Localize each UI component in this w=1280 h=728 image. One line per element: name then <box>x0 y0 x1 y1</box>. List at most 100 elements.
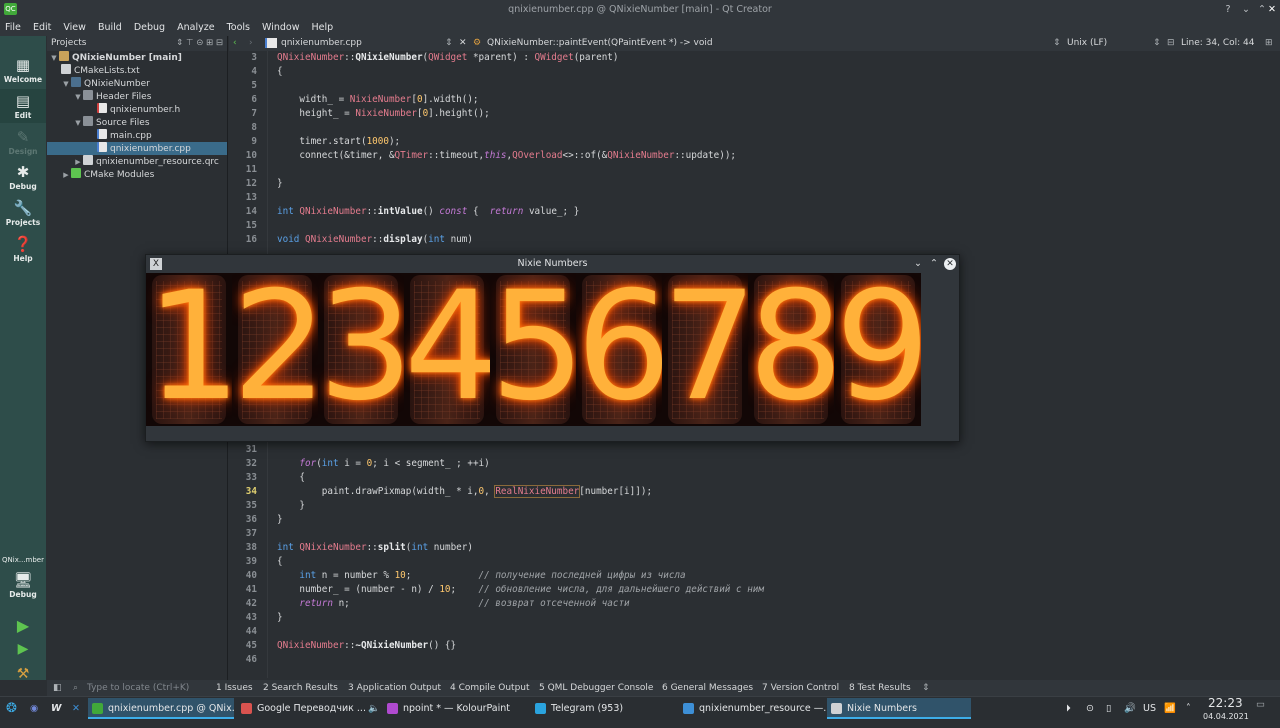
code-line[interactable]: int n = number % 10; // получение послед… <box>277 570 685 581</box>
symbol-select[interactable]: QNixieNumber::paintEvent(QPaintEvent *) … <box>487 36 713 51</box>
code-line[interactable]: } <box>277 612 283 623</box>
line-number[interactable]: 9 <box>229 136 257 147</box>
mode-welcome[interactable]: ▦ Welcome <box>0 56 46 84</box>
code-line[interactable]: height_ = NixieNumber[0].height(); <box>277 108 489 119</box>
tree-item-qrc[interactable]: ▶ qnixienumber_resource.qrc <box>47 155 227 168</box>
task-telegram[interactable]: Telegram (953) <box>531 698 671 719</box>
menu-debug[interactable]: Debug <box>130 19 169 36</box>
symbol-dropdown-icon[interactable]: ⇕ <box>1053 36 1061 51</box>
line-number[interactable]: 15 <box>229 220 257 231</box>
tree-item-project[interactable]: ▼ QNixieNumber [main] <box>47 51 227 64</box>
split-icon[interactable]: ⊟ <box>1167 36 1175 51</box>
line-number[interactable]: 3 <box>229 52 257 63</box>
split-editor-icon[interactable]: ⊞ <box>1265 36 1273 51</box>
tree-item-header-files[interactable]: ▼ Header Files <box>47 90 227 103</box>
sidebar-tools[interactable]: ⇕ ⊤ ⊝ ⊞ ⊟ <box>176 36 223 51</box>
expand-arrow-icon[interactable]: ▶ <box>61 169 71 182</box>
line-number[interactable]: 45 <box>229 640 257 651</box>
line-number[interactable]: 46 <box>229 654 257 665</box>
help-icon[interactable]: ? <box>1220 0 1236 19</box>
line-number[interactable]: 37 <box>229 528 257 539</box>
toggle-sidebar-icon[interactable]: ◧ <box>53 680 62 696</box>
menu-window[interactable]: Window <box>258 19 303 36</box>
line-number[interactable]: 34 <box>229 486 257 497</box>
mode-debug[interactable]: ✱ Debug <box>0 163 46 191</box>
line-number[interactable]: 33 <box>229 472 257 483</box>
code-line[interactable]: width_ = NixieNumber[0].width(); <box>277 94 478 105</box>
more-tabs-icon[interactable]: ⇕ <box>922 680 930 696</box>
app-launcher-icon[interactable]: ❂ <box>6 697 17 720</box>
code-line[interactable]: int QNixieNumber::split(int number) <box>277 542 473 553</box>
tab-version-control[interactable]: 7 Version Control <box>762 680 839 696</box>
tree-item-main-cpp[interactable]: main.cpp <box>47 129 227 142</box>
run-icon[interactable]: ▶ <box>0 616 46 635</box>
line-number[interactable]: 4 <box>229 66 257 77</box>
menu-help[interactable]: Help <box>308 19 338 36</box>
maximize-icon[interactable]: ⌃ <box>927 255 941 273</box>
menu-build[interactable]: Build <box>94 19 126 36</box>
build-hammer-icon[interactable]: ⚒ <box>0 666 46 682</box>
tree-item-source-files[interactable]: ▼ Source Files <box>47 116 227 129</box>
line-number[interactable]: 6 <box>229 94 257 105</box>
line-number[interactable]: 38 <box>229 542 257 553</box>
tab-test-results[interactable]: 8 Test Results <box>849 680 911 696</box>
line-number[interactable]: 40 <box>229 570 257 581</box>
launcher-kdevelop-icon[interactable]: ✕ <box>72 697 80 720</box>
close-icon[interactable]: ✕ <box>944 258 956 270</box>
network-drive-icon[interactable]: ⊙ <box>1086 697 1094 720</box>
code-line[interactable]: { <box>277 66 283 77</box>
code-line[interactable]: number_ = (number - n) / 10; // обновлен… <box>277 584 764 595</box>
mode-projects[interactable]: 🔧 Projects <box>0 199 46 227</box>
code-line[interactable]: int QNixieNumber::intValue() const { ret… <box>277 206 579 217</box>
forward-icon[interactable]: › <box>249 36 253 51</box>
code-line[interactable]: for(int i = 0; i < segment_ ; ++i) <box>277 458 489 469</box>
menu-edit[interactable]: Edit <box>29 19 55 36</box>
minimize-icon[interactable]: ⌄ <box>911 255 925 273</box>
menu-file[interactable]: File <box>1 19 25 36</box>
code-line[interactable]: } <box>277 500 305 511</box>
tab-application-output[interactable]: 3 Application Output <box>348 680 441 696</box>
menu-view[interactable]: View <box>59 19 90 36</box>
tab-search-results[interactable]: 2 Search Results <box>263 680 338 696</box>
menu-tools[interactable]: Tools <box>223 19 254 36</box>
tray-expand-icon[interactable]: ˄ <box>1186 697 1191 720</box>
line-ending-select[interactable]: Unix (LF) <box>1067 36 1107 51</box>
debug-run-icon[interactable]: ▶ <box>0 641 46 657</box>
code-line[interactable]: connect(&timer, &QTimer::timeout,this,QO… <box>277 150 736 161</box>
tab-compile-output[interactable]: 4 Compile Output <box>450 680 530 696</box>
menu-analyze[interactable]: Analyze <box>173 19 218 36</box>
mode-design[interactable]: ✎ Design <box>0 128 46 156</box>
code-line[interactable]: void QNixieNumber::display(int num) <box>277 234 473 245</box>
open-document-select[interactable]: qnixienumber.cpp <box>281 36 362 51</box>
line-number[interactable]: 10 <box>229 150 257 161</box>
document-dropdown-icon[interactable]: ⇕ <box>445 36 453 51</box>
clock-date[interactable]: 04.04.2021 <box>1203 705 1249 728</box>
task-nixie-numbers[interactable]: Nixie Numbers <box>827 698 971 719</box>
cursor-position[interactable]: Line: 34, Col: 44 <box>1181 36 1254 51</box>
code-line[interactable]: paint.drawPixmap(width_ * i,0, RealNixie… <box>277 485 652 498</box>
line-number[interactable]: 39 <box>229 556 257 567</box>
line-number[interactable]: 32 <box>229 458 257 469</box>
line-number[interactable]: 41 <box>229 584 257 595</box>
line-number[interactable]: 35 <box>229 500 257 511</box>
tab-issues[interactable]: 1 Issues <box>216 680 253 696</box>
tree-item-cmakelists[interactable]: CMakeLists.txt <box>47 64 227 77</box>
line-number[interactable]: 44 <box>229 626 257 637</box>
show-desktop-icon[interactable]: ▭ <box>1256 693 1265 716</box>
sidebar-title[interactable]: Projects <box>51 38 86 48</box>
code-line[interactable]: } <box>277 514 283 525</box>
line-number[interactable]: 42 <box>229 598 257 609</box>
task-resource-file[interactable]: qnixienumber_resource —... <box>679 698 827 719</box>
line-number[interactable]: 36 <box>229 514 257 525</box>
code-line[interactable]: return n; // возврат отсеченной части <box>277 598 629 609</box>
audio-playing-icon[interactable]: 🔈 <box>368 697 380 720</box>
tree-item-header-file[interactable]: qnixienumber.h <box>47 103 227 116</box>
code-line[interactable]: QNixieNumber::QNixieNumber(QWidget *pare… <box>277 52 618 63</box>
wifi-icon[interactable]: 📶 <box>1164 697 1176 720</box>
tab-general-messages[interactable]: 6 General Messages <box>662 680 753 696</box>
locator-input[interactable]: Type to locate (Ctrl+K) <box>87 680 189 696</box>
mode-help[interactable]: ❓ Help <box>0 235 46 263</box>
back-icon[interactable]: ‹ <box>233 36 237 51</box>
code-line[interactable]: { <box>277 556 283 567</box>
line-number[interactable]: 14 <box>229 206 257 217</box>
